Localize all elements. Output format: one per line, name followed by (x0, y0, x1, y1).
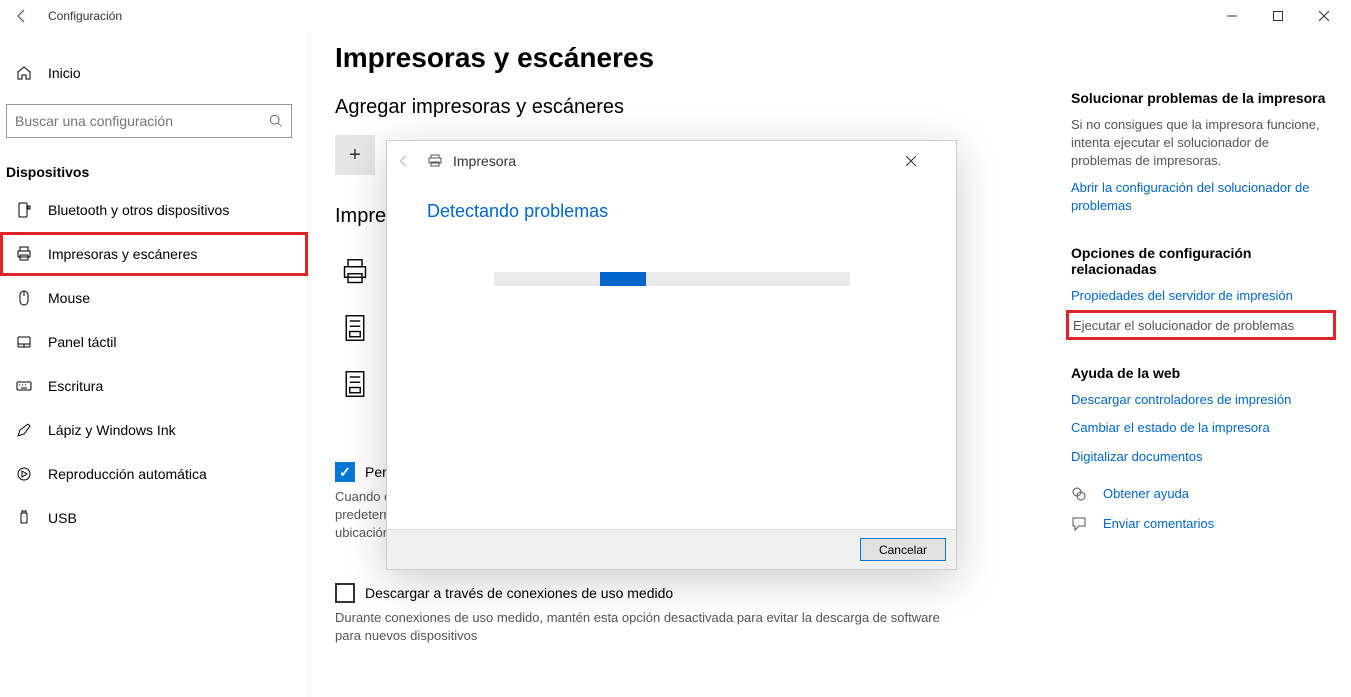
checkbox-label: Descargar a través de conexiones de uso … (365, 585, 673, 601)
dialog-back-icon[interactable] (397, 154, 421, 168)
feedback-icon (1071, 516, 1089, 532)
search-input-wrap[interactable] (6, 104, 292, 138)
metered-download-checkbox[interactable] (335, 583, 355, 603)
minimize-button[interactable] (1209, 0, 1255, 32)
scan-docs-link[interactable]: Digitalizar documentos (1071, 448, 1331, 466)
checkbox-help: Durante conexiones de uso medido, mantén… (335, 609, 955, 645)
dialog-header: Impresora (387, 141, 956, 181)
sidebar-item-typing[interactable]: Escritura (0, 364, 308, 408)
progress-bar-track (494, 272, 850, 286)
sidebar-item-mouse[interactable]: Mouse (0, 276, 308, 320)
run-troubleshooter-link[interactable]: Ejecutar el solucionador de problemas (1073, 318, 1294, 333)
maximize-button[interactable] (1255, 0, 1301, 32)
sidebar-item-usb[interactable]: USB (0, 496, 308, 540)
print-server-props-link[interactable]: Propiedades del servidor de impresión (1071, 287, 1331, 305)
sidebar-item-label: Mouse (48, 290, 90, 306)
get-help-label: Obtener ayuda (1103, 486, 1189, 501)
printer-icon (14, 246, 34, 262)
document-printer-icon (335, 314, 375, 342)
sidebar-home-label: Inicio (48, 65, 81, 81)
feedback-label: Enviar comentarios (1103, 516, 1214, 531)
sidebar-item-pen[interactable]: Lápiz y Windows Ink (0, 408, 308, 452)
bluetooth-icon (14, 202, 34, 218)
home-icon (14, 65, 34, 81)
aside-panel: Solucionar problemas de la impresora Si … (1071, 42, 1331, 697)
title-bar: Configuración (0, 0, 1351, 32)
sidebar-category: Dispositivos (0, 138, 308, 188)
usb-icon (14, 510, 34, 526)
add-printer-button[interactable]: + (335, 135, 375, 175)
aside-heading-troubleshoot: Solucionar problemas de la impresora (1071, 90, 1331, 106)
dialog-status: Detectando problemas (427, 201, 916, 222)
printer-small-icon (427, 153, 443, 169)
touchpad-icon (14, 334, 34, 350)
autoplay-icon (14, 466, 34, 482)
sidebar-item-label: Panel táctil (48, 334, 116, 350)
dialog-body: Detectando problemas (387, 181, 956, 529)
sidebar-item-printers[interactable]: Impresoras y escáneres (0, 232, 308, 276)
printer-icon (335, 258, 375, 286)
cancel-button[interactable]: Cancelar (860, 538, 946, 561)
dialog-title: Impresora (453, 153, 906, 169)
sidebar-item-label: USB (48, 510, 77, 526)
dialog-footer: Cancelar (387, 529, 956, 569)
document-printer-icon (335, 370, 375, 398)
progress-bar-fill (600, 272, 646, 286)
sidebar: Inicio Dispositivos Bluetooth y otros di… (0, 32, 309, 697)
mouse-icon (14, 290, 34, 306)
printer-status-link[interactable]: Cambiar el estado de la impresora (1071, 419, 1331, 437)
run-troubleshooter-highlight: Ejecutar el solucionador de problemas (1071, 315, 1331, 335)
sidebar-item-label: Escritura (48, 378, 103, 394)
download-drivers-link[interactable]: Descargar controladores de impresión (1071, 391, 1331, 409)
sidebar-item-label: Impresoras y escáneres (48, 246, 197, 262)
close-button[interactable] (1301, 0, 1347, 32)
feedback-link[interactable]: Enviar comentarios (1071, 516, 1331, 532)
get-help-link[interactable]: Obtener ayuda (1071, 486, 1331, 502)
sidebar-home[interactable]: Inicio (0, 52, 308, 94)
sidebar-item-touchpad[interactable]: Panel táctil (0, 320, 308, 364)
section-add-title: Agregar impresoras y escáneres (335, 96, 1031, 119)
window-title: Configuración (48, 9, 122, 23)
aside-heading-related: Opciones de configuración relacionadas (1071, 245, 1331, 277)
aside-heading-webhelp: Ayuda de la web (1071, 365, 1331, 381)
sidebar-item-label: Reproducción automática (48, 466, 207, 482)
pen-icon (14, 422, 34, 438)
keyboard-icon (14, 378, 34, 394)
sidebar-item-bluetooth[interactable]: Bluetooth y otros dispositivos (0, 188, 308, 232)
aside-body-troubleshoot: Si no consigues que la impresora funcion… (1071, 116, 1331, 171)
open-troubleshooter-link[interactable]: Abrir la configuración del solucionador … (1071, 179, 1331, 215)
back-button[interactable] (4, 0, 40, 32)
sidebar-item-label: Lápiz y Windows Ink (48, 422, 176, 438)
dialog-close-button[interactable] (906, 156, 946, 166)
sidebar-item-autoplay[interactable]: Reproducción automática (0, 452, 308, 496)
help-icon (1071, 486, 1089, 502)
search-icon (269, 114, 283, 128)
sidebar-item-label: Bluetooth y otros dispositivos (48, 202, 229, 218)
window-controls (1209, 0, 1347, 32)
troubleshooter-dialog: Impresora Detectando problemas Cancelar (386, 140, 957, 570)
page-title: Impresoras y escáneres (335, 42, 1031, 74)
default-printer-checkbox[interactable] (335, 462, 355, 482)
search-input[interactable] (15, 113, 269, 129)
